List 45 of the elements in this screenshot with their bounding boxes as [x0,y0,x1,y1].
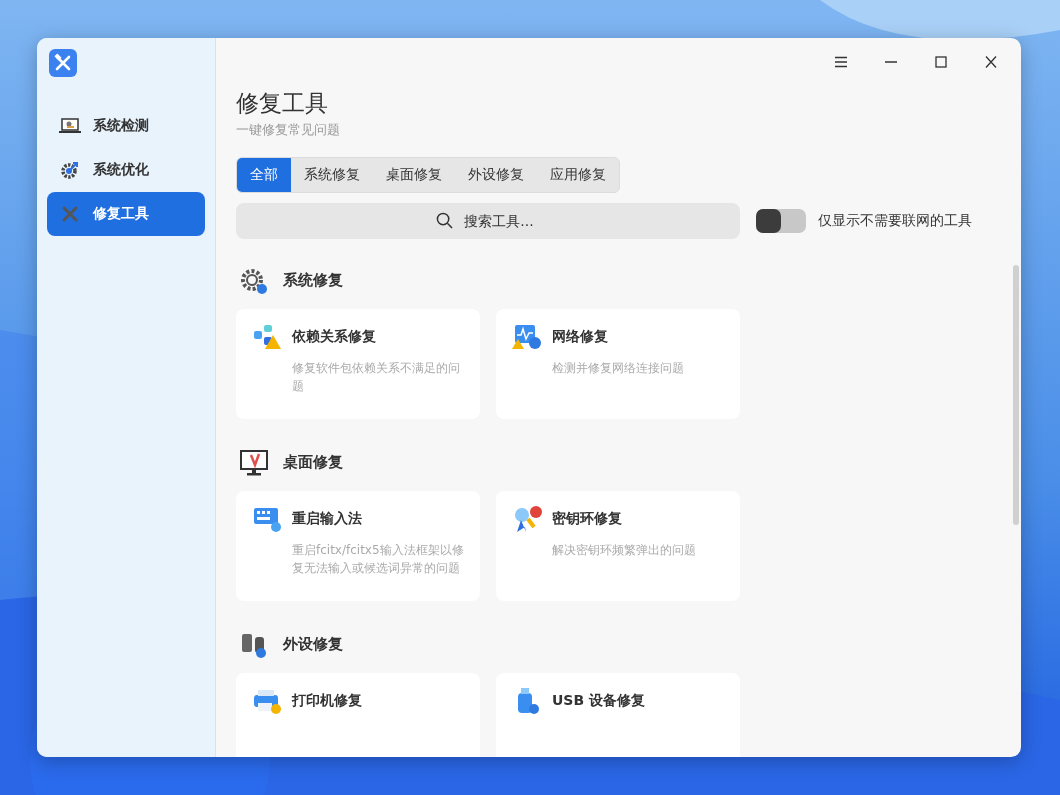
menu-icon [834,56,848,68]
sidebar-item[interactable]: 系统优化 [47,148,205,192]
filter-tab[interactable]: 外设修复 [455,157,537,192]
filter-tab[interactable]: 桌面修复 [373,157,455,192]
gear-icon [239,266,269,295]
search-icon [436,211,453,229]
tool-title: USB 设备修复 [552,691,645,710]
laptop-icon [59,117,81,135]
search-field[interactable]: 搜索工具... [236,202,740,239]
tool-card[interactable]: 打印机修复 [236,672,480,757]
sidebar-item[interactable]: 系统检测 [47,104,205,148]
section-title: 桌面修复 [283,453,343,473]
app-logo-icon [49,49,77,77]
tool-title: 密钥环修复 [552,509,622,528]
tool-title: 重启输入法 [292,509,362,528]
gear-icon [59,160,81,180]
toggle-switch[interactable] [756,208,806,233]
sidebar-item[interactable]: 修复工具 [47,192,205,236]
tool-card[interactable]: 密钥环修复 解决密钥环频繁弹出的问题 [496,490,740,601]
close-icon [984,56,998,68]
tool-title: 打印机修复 [292,691,362,710]
tool-description: 重启fcitx/fcitx5输入法框架以修复无法输入或候选词异常的问题 [292,541,464,577]
tool-card[interactable]: 网络修复 检测并修复网络连接问题 [496,308,740,419]
section-title: 系统修复 [283,271,343,291]
tool-card[interactable]: 依赖关系修复 修复软件包依赖关系不满足的问题 [236,308,480,419]
network-monitor-icon [512,322,542,351]
toggle-label: 仅显示不需要联网的工具 [818,211,972,230]
filter-tab[interactable]: 应用修复 [537,157,619,192]
filter-tab[interactable]: 系统修复 [291,157,373,192]
monitor-icon [239,448,269,477]
tool-description: 修复软件包依赖关系不满足的问题 [292,359,461,395]
scrollbar[interactable] [1013,265,1019,525]
page-subtitle: 一键修复常见问题 [236,120,341,139]
tool-title: 网络修复 [552,327,608,346]
filter-tab[interactable]: 全部 [237,157,291,192]
key-icon [512,504,542,533]
tool-description: 检测并修复网络连接问题 [552,359,685,377]
maximize-icon [934,56,948,68]
tool-title: 依赖关系修复 [292,327,376,346]
tool-card[interactable]: 重启输入法 重启fcitx/fcitx5输入法框架以修复无法输入或候选词异常的问题 [236,490,480,601]
network-nodes-icon [252,322,282,351]
tool-description: 解决密钥环频繁弹出的问题 [552,541,697,559]
section-title: 外设修复 [283,635,343,655]
page-title: 修复工具 [236,90,329,118]
tool-card[interactable]: USB 设备修复 [496,672,740,757]
